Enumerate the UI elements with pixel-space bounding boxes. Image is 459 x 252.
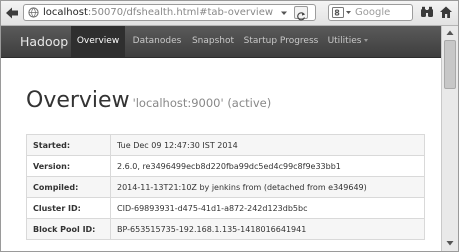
binoculars-icon[interactable] — [420, 6, 434, 18]
table-value-cell: 2.6.0, re3496499ecb8d220fba99dc5ed4c99c8… — [110, 155, 425, 177]
table-key-cell: Cluster ID: — [26, 197, 111, 219]
search-bar[interactable]: 8 Google — [328, 4, 413, 21]
table-key-cell: Block Pool ID: — [26, 218, 111, 240]
table-value-cell: Tue Dec 09 12:47:30 IST 2014 — [110, 134, 425, 156]
nav-item-snapshot[interactable]: Snapshot — [189, 26, 237, 57]
back-arrow-icon[interactable] — [4, 5, 20, 21]
caret-down-icon — [364, 39, 369, 42]
home-icon[interactable] — [439, 5, 453, 19]
table-row: Block Pool ID: BP-653515735-192.168.1.13… — [26, 218, 425, 240]
vertical-scrollbar[interactable] — [441, 26, 458, 251]
table-row: Started: Tue Dec 09 12:47:30 IST 2014 — [26, 134, 425, 156]
nav-item-utilities-label: Utilities — [327, 36, 362, 46]
brand-logo-text[interactable]: Hadoop — [20, 34, 68, 49]
svg-text:8: 8 — [334, 9, 340, 18]
browser-window: localhost:50070/dfshealth.html#tab-overv… — [0, 0, 459, 252]
table-row: Cluster ID: CID-69893931-d475-41d1-a872-… — [26, 197, 425, 219]
table-value-cell: 2014-11-13T21:10Z by jenkins from (detac… — [110, 176, 425, 198]
google-engine-icon[interactable]: 8 — [332, 7, 352, 18]
table-value-cell: CID-69893931-d475-41d1-a872-242d123db5bc — [110, 197, 425, 219]
url-path: :50070/dfshealth.html#tab-overview — [87, 7, 274, 18]
reload-button[interactable] — [294, 6, 308, 21]
nav-item-datanodes[interactable]: Datanodes — [127, 26, 187, 57]
page-title-subtitle: 'localhost:9000' (active) — [132, 96, 272, 110]
browser-toolbar: localhost:50070/dfshealth.html#tab-overv… — [1, 1, 458, 26]
page-title: Overview'localhost:9000' (active) — [26, 88, 271, 116]
table-row: Version: 2.6.0, re3496499ecb8d220fba99dc… — [26, 155, 425, 177]
url-text[interactable]: localhost:50070/dfshealth.html#tab-overv… — [43, 6, 273, 19]
nav-item-startup-progress[interactable]: Startup Progress — [241, 26, 321, 57]
nav-item-overview[interactable]: Overview — [71, 26, 125, 57]
url-host: localhost — [43, 7, 88, 18]
hadoop-navbar: Hadoop Overview Datanodes Snapshot Start… — [1, 26, 441, 58]
table-key-cell: Started: — [26, 134, 111, 156]
page-title-main: Overview — [26, 88, 130, 113]
table-key-cell: Compiled: — [26, 176, 111, 198]
search-placeholder: Google — [355, 7, 391, 18]
scroll-down-icon[interactable] — [444, 237, 456, 249]
site-identity-icon[interactable] — [28, 7, 39, 18]
overview-info-table: Started: Tue Dec 09 12:47:30 IST 2014 Ve… — [26, 134, 425, 240]
table-row: Compiled: 2014-11-13T21:10Z by jenkins f… — [26, 176, 425, 198]
table-key-cell: Version: — [26, 155, 111, 177]
scrollbar-thumb[interactable] — [444, 40, 456, 89]
table-value-cell: BP-653515735-192.168.1.135-1418016641941 — [110, 218, 425, 240]
web-page: Hadoop Overview Datanodes Snapshot Start… — [1, 26, 441, 251]
nav-item-utilities[interactable]: Utilities — [323, 26, 373, 57]
chevron-down-icon[interactable] — [280, 9, 288, 17]
address-bar[interactable]: localhost:50070/dfshealth.html#tab-overv… — [23, 4, 316, 21]
reload-icon — [297, 12, 306, 21]
scroll-up-icon[interactable] — [444, 27, 456, 39]
